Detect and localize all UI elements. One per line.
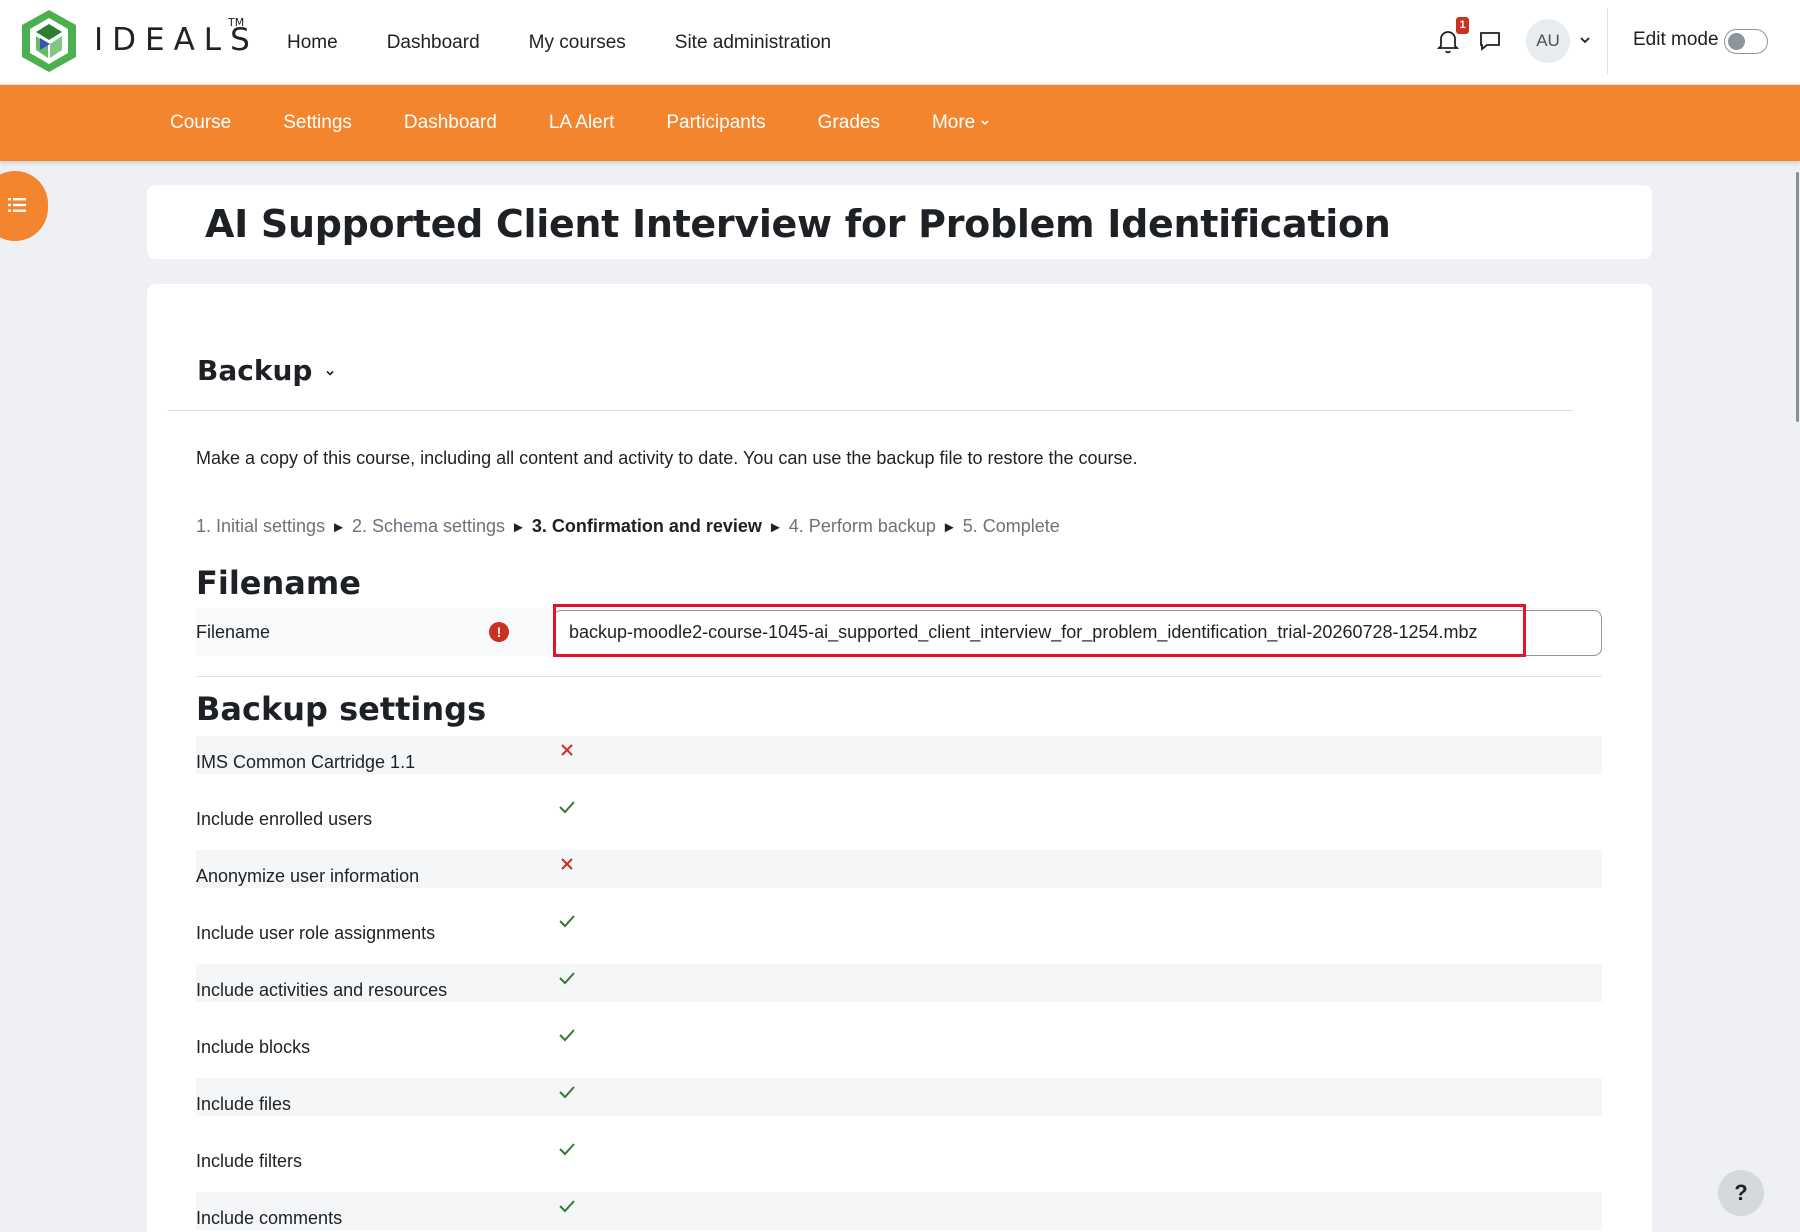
- tab-more-label: More: [931, 112, 976, 133]
- filename-row: Filename ! backup-moodle2-course-1045-ai…: [196, 608, 1602, 656]
- page-scrollbar[interactable]: [1796, 172, 1799, 422]
- row-background: [196, 793, 1602, 831]
- backup-setting-row: Anonymize user information: [196, 850, 1602, 907]
- step-arrow-icon: ►: [767, 519, 783, 536]
- backup-setting-label: Include comments: [196, 1208, 343, 1228]
- brand-name: IDEALS TM: [94, 16, 259, 58]
- step-arrow-icon: ►: [511, 519, 526, 536]
- backup-setting-label: IMS Common Cartridge 1.1: [196, 752, 416, 772]
- backup-setting-row: Include filters: [196, 1135, 1602, 1192]
- backup-setting-row: IMS Common Cartridge 1.1: [196, 736, 1602, 793]
- help-button[interactable]: ?: [1718, 1170, 1764, 1216]
- toggle-knob: [1728, 33, 1745, 50]
- row-background: [196, 1021, 1602, 1059]
- messages-icon[interactable]: [1478, 29, 1502, 53]
- check-icon: [559, 1029, 575, 1042]
- cross-icon: [561, 744, 573, 756]
- backup-setting-row: Include blocks: [196, 1021, 1602, 1078]
- nav-home[interactable]: Home: [287, 32, 338, 54]
- check-icon: [559, 972, 575, 985]
- tab-participants[interactable]: Participants: [666, 112, 765, 134]
- tab-dashboard[interactable]: Dashboard: [404, 112, 497, 134]
- edit-mode-label: Edit mode: [1633, 29, 1719, 50]
- nav-my-courses[interactable]: My courses: [529, 32, 626, 54]
- divider: [196, 676, 1602, 677]
- backup-setting-label: Include user role assignments: [196, 923, 436, 943]
- course-secondary-nav: Course Settings Dashboard LA Alert Parti…: [0, 85, 1800, 161]
- backup-setting-label: Include blocks: [196, 1037, 311, 1057]
- ideals-logo[interactable]: [18, 8, 80, 74]
- page-title: AI Supported Client Interview for Proble…: [205, 202, 1391, 246]
- user-menu-chevron-down-icon[interactable]: [1578, 33, 1592, 47]
- list-icon: [8, 198, 26, 212]
- step-arrow-icon: ►: [331, 519, 346, 536]
- backup-heading-label: Backup: [197, 354, 313, 387]
- chevron-down-icon: [981, 119, 989, 125]
- backup-setting-row: Include enrolled users: [196, 793, 1602, 850]
- row-background: [196, 1192, 1602, 1230]
- step-schema-settings: 2. Schema settings: [351, 516, 506, 536]
- check-icon: [559, 915, 575, 928]
- step-complete: 5. Complete: [962, 516, 1060, 536]
- edit-mode-toggle[interactable]: [1724, 29, 1768, 54]
- backup-settings-heading: Backup settings: [196, 690, 487, 728]
- nav-dashboard[interactable]: Dashboard: [387, 32, 480, 54]
- notification-count-badge: 1: [1456, 17, 1469, 34]
- step-arrow-icon: ►: [941, 519, 957, 536]
- tab-grades[interactable]: Grades: [818, 112, 880, 134]
- main-content: Backup Make a copy of this course, inclu…: [147, 284, 1652, 1232]
- brand-tm: TM: [228, 16, 245, 29]
- backup-setting-label: Include files: [196, 1094, 292, 1114]
- page-header: AI Supported Client Interview for Proble…: [147, 185, 1652, 259]
- check-icon: [559, 1143, 575, 1156]
- filename-section-heading: Filename: [196, 564, 361, 602]
- backup-setting-row: Include user role assignments: [196, 907, 1602, 964]
- user-avatar[interactable]: AU: [1526, 19, 1570, 63]
- divider: [167, 410, 1573, 411]
- tab-more[interactable]: More: [932, 112, 990, 134]
- step-perform-backup: 4. Perform backup: [788, 516, 936, 536]
- row-background: [196, 1135, 1602, 1173]
- filename-label: Filename: [196, 622, 271, 642]
- backup-heading-menu[interactable]: Backup: [197, 354, 336, 387]
- navbar-divider: [1607, 8, 1608, 74]
- primary-nav: Home Dashboard My courses Site administr…: [270, 0, 863, 85]
- course-index-drawer-button[interactable]: [0, 171, 48, 241]
- tab-la-alert[interactable]: LA Alert: [549, 112, 615, 134]
- backup-setting-label: Include activities and resources: [196, 980, 448, 1000]
- backup-setting-row: Include comments: [196, 1192, 1602, 1232]
- backup-intro-text: Make a copy of this course, including al…: [196, 448, 1138, 468]
- filename-input[interactable]: backup-moodle2-course-1045-ai_supported_…: [553, 610, 1602, 656]
- cross-icon: [561, 858, 573, 870]
- backup-setting-label: Anonymize user information: [196, 866, 420, 886]
- backup-setting-label: Include filters: [196, 1151, 303, 1171]
- tab-settings[interactable]: Settings: [283, 112, 352, 134]
- top-navbar: IDEALS TM Home Dashboard My courses Site …: [0, 0, 1800, 85]
- step-initial-settings: 1. Initial settings: [196, 516, 326, 536]
- required-icon: !: [489, 622, 509, 642]
- backup-setting-label: Include enrolled users: [196, 809, 373, 829]
- check-icon: [559, 1200, 575, 1213]
- chevron-down-icon: [326, 370, 335, 376]
- nav-site-administration[interactable]: Site administration: [675, 32, 831, 54]
- backup-progress-steps: 1. Initial settings ► 2. Schema settings ► 3…: [196, 516, 1060, 537]
- step-confirmation-and-review: 3. Confirmation and review: [531, 516, 762, 536]
- backup-setting-row: Include activities and resources: [196, 964, 1602, 1021]
- backup-settings-list: IMS Common Cartridge 1.1 Include enrolled…: [196, 736, 1602, 1232]
- check-icon: [559, 1086, 575, 1099]
- check-icon: [559, 801, 575, 814]
- row-background: [196, 1078, 1602, 1116]
- backup-setting-row: Include files: [196, 1078, 1602, 1135]
- tab-course[interactable]: Course: [170, 112, 231, 134]
